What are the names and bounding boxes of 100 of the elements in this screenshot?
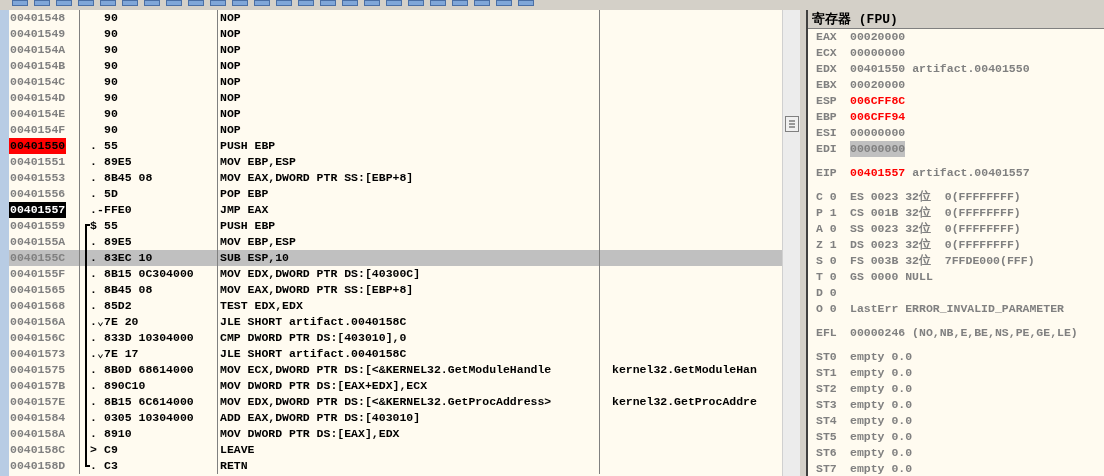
register-value: 006CFF94 [850,109,906,125]
register-name: T 0 [816,269,838,285]
address-cell: 0040155C [9,250,67,266]
register-value: empty 0.0 [850,461,913,476]
address-cell: 00401565 [9,282,67,298]
jump-marker: . [90,154,98,170]
toolbar-icon[interactable] [364,0,380,6]
register-name: ST0 [816,349,838,365]
disassembly-row[interactable]: 0040155C . 83EC 10 SUB ESP,10 [9,250,783,266]
toolbar-icon[interactable] [320,0,336,6]
instruction: MOV DWORD PTR DS:[EAX],EDX [220,427,400,440]
register-value: empty 0.0 [850,429,913,445]
disassembly-row[interactable]: 00401565 . 8B45 08 MOV EAX,DWORD PTR SS:[EBP+8] [9,282,783,298]
toolbar-icon[interactable] [430,0,446,6]
disassembly-row[interactable]: 0040158C > C9 LEAVE [9,442,783,458]
hex-bytes: 90 [104,122,118,138]
toolbar-icon[interactable] [100,0,116,6]
disassembly-row[interactable]: 0040156C . 833D 10304000 CMP DWORD PTR DS:[403010],0 [9,330,783,346]
instruction: RETN [220,459,248,472]
hex-bytes: 90 [104,42,118,58]
disassembly-row[interactable]: 00401573 .⌄7E 17 JLE SHORT artifact.0040158C [9,346,783,362]
disassembly-row[interactable]: 00401568 . 85D2 TEST EDX,EDX [9,298,783,314]
instruction: PUSH EBP [220,219,276,232]
hex-bytes: 85D2 [104,298,132,314]
toolbar-icon[interactable] [298,0,314,6]
toolbar-icon[interactable] [166,0,182,6]
disassembly-row[interactable]: 0040154E 90 NOP [9,106,783,122]
toolbar-icon[interactable] [408,0,424,6]
register-value: FS 003B 32位 7FFDE000(FFF) [850,253,1035,269]
register-name: EFL [816,325,838,341]
toolbar-icon[interactable] [496,0,512,6]
toolbar-icon[interactable] [122,0,138,6]
toolbar-icon[interactable] [518,0,534,6]
register-name: ECX [816,45,838,61]
disassembly-row[interactable]: 00401548 90 NOP [9,10,783,26]
register-name: O 0 [816,301,838,317]
toolbar-icon[interactable] [452,0,468,6]
address-cell: 00401559 [9,218,67,234]
instruction: NOP [220,27,241,40]
scroll-thumb-icon[interactable] [784,116,799,132]
disassembly-row[interactable]: 0040154D 90 NOP [9,90,783,106]
toolbar-icon[interactable] [56,0,72,6]
disassembly-row[interactable]: 00401551 . 89E5 MOV EBP,ESP [9,154,783,170]
instruction: LEAVE [220,443,255,456]
register-value: ES 0023 32位 0(FFFFFFFF) [850,189,1021,205]
register-value: LastErr ERROR_INVALID_PARAMETER [850,301,1064,317]
instruction: MOV DWORD PTR DS:[EAX+EDX],ECX [220,379,428,392]
toolbar-icon[interactable] [188,0,204,6]
disassembly-row[interactable]: 0040154B 90 NOP [9,58,783,74]
address-cell: 0040158D [9,458,67,474]
toolbar-icon[interactable] [254,0,270,6]
jump-marker: . [90,410,98,426]
disassembly-row[interactable]: 0040154A 90 NOP [9,42,783,58]
register-value: 00401550 [850,61,906,77]
toolbar-icon[interactable] [144,0,160,6]
register-name: D 0 [816,285,838,301]
disassembly-row[interactable]: 00401549 90 NOP [9,26,783,42]
register-name: S 0 [816,253,838,269]
hex-bytes: 0305 10304000 [104,410,194,426]
scrollbar[interactable] [782,10,800,476]
disassembly-row[interactable]: 00401550 . 55 PUSH EBP [9,138,783,154]
address-cell: 00401575 [9,362,67,378]
register-value: empty 0.0 [850,445,913,461]
disassembly-row[interactable]: 0040155F . 8B15 0C304000 MOV EDX,DWORD PTR DS:[40300C] [9,266,783,282]
disassembly-row[interactable]: 0040154C 90 NOP [9,74,783,90]
register-name: ESP [816,93,838,109]
address-cell: 0040154F [9,122,67,138]
disassembly-row[interactable]: 0040156A .⌄7E 20 JLE SHORT artifact.0040158C [9,314,783,330]
address-cell: 00401551 [9,154,67,170]
jump-marker: . [90,170,98,186]
toolbar-icon[interactable] [210,0,226,6]
toolbar-icon[interactable] [34,0,50,6]
disassembly-row[interactable]: 0040158D . C3 RETN [9,458,783,474]
disassembly-row[interactable]: 00401553 . 8B45 08 MOV EAX,DWORD PTR SS:[EBP+8] [9,170,783,186]
instruction: SUB ESP,10 [220,251,289,264]
hex-bytes: FFE0 [104,202,132,218]
register-name: C 0 [816,189,838,205]
hex-bytes: 890C10 [104,378,146,394]
disassembly-row[interactable]: 0040157E . 8B15 6C614000 MOV EDX,DWORD PTR DS:[<&KERNEL32.GetProcAddress> kernel32.GetProcAddre [9,394,783,410]
instruction: TEST EDX,EDX [220,299,303,312]
toolbar-icon[interactable] [276,0,292,6]
disassembly-row[interactable]: 00401559 $ 55 PUSH EBP [9,218,783,234]
register-comment: artifact.00401550 [912,61,1030,77]
toolbar-icon[interactable] [342,0,358,6]
comment: kernel32.GetProcAddre [612,395,757,408]
toolbar-icon[interactable] [232,0,248,6]
toolbar-icon[interactable] [12,0,28,6]
toolbar-icon[interactable] [78,0,94,6]
disassembly-row[interactable]: 00401557 .-FFE0 JMP EAX [9,202,783,218]
disassembly-row[interactable]: 0040158A . 8910 MOV DWORD PTR DS:[EAX],EDX [9,426,783,442]
toolbar-icon[interactable] [386,0,402,6]
toolbar-icon[interactable] [474,0,490,6]
register-name: ST4 [816,413,838,429]
jump-marker: .- [90,202,104,218]
hex-bytes: 833D 10304000 [104,330,194,346]
disassembly-row[interactable]: 00401584 . 0305 10304000 ADD EAX,DWORD PTR DS:[403010] [9,410,783,426]
jump-marker: . [90,330,98,346]
disassembly-row[interactable]: 0040157B . 890C10 MOV DWORD PTR DS:[EAX+EDX],ECX [9,378,783,394]
instruction: MOV EDX,DWORD PTR DS:[40300C] [220,267,421,280]
disassembly-row[interactable]: 00401575 . 8B0D 68614000 MOV ECX,DWORD PTR DS:[<&KERNEL32.GetModuleHandle kernel32.GetModuleHan [9,362,783,378]
